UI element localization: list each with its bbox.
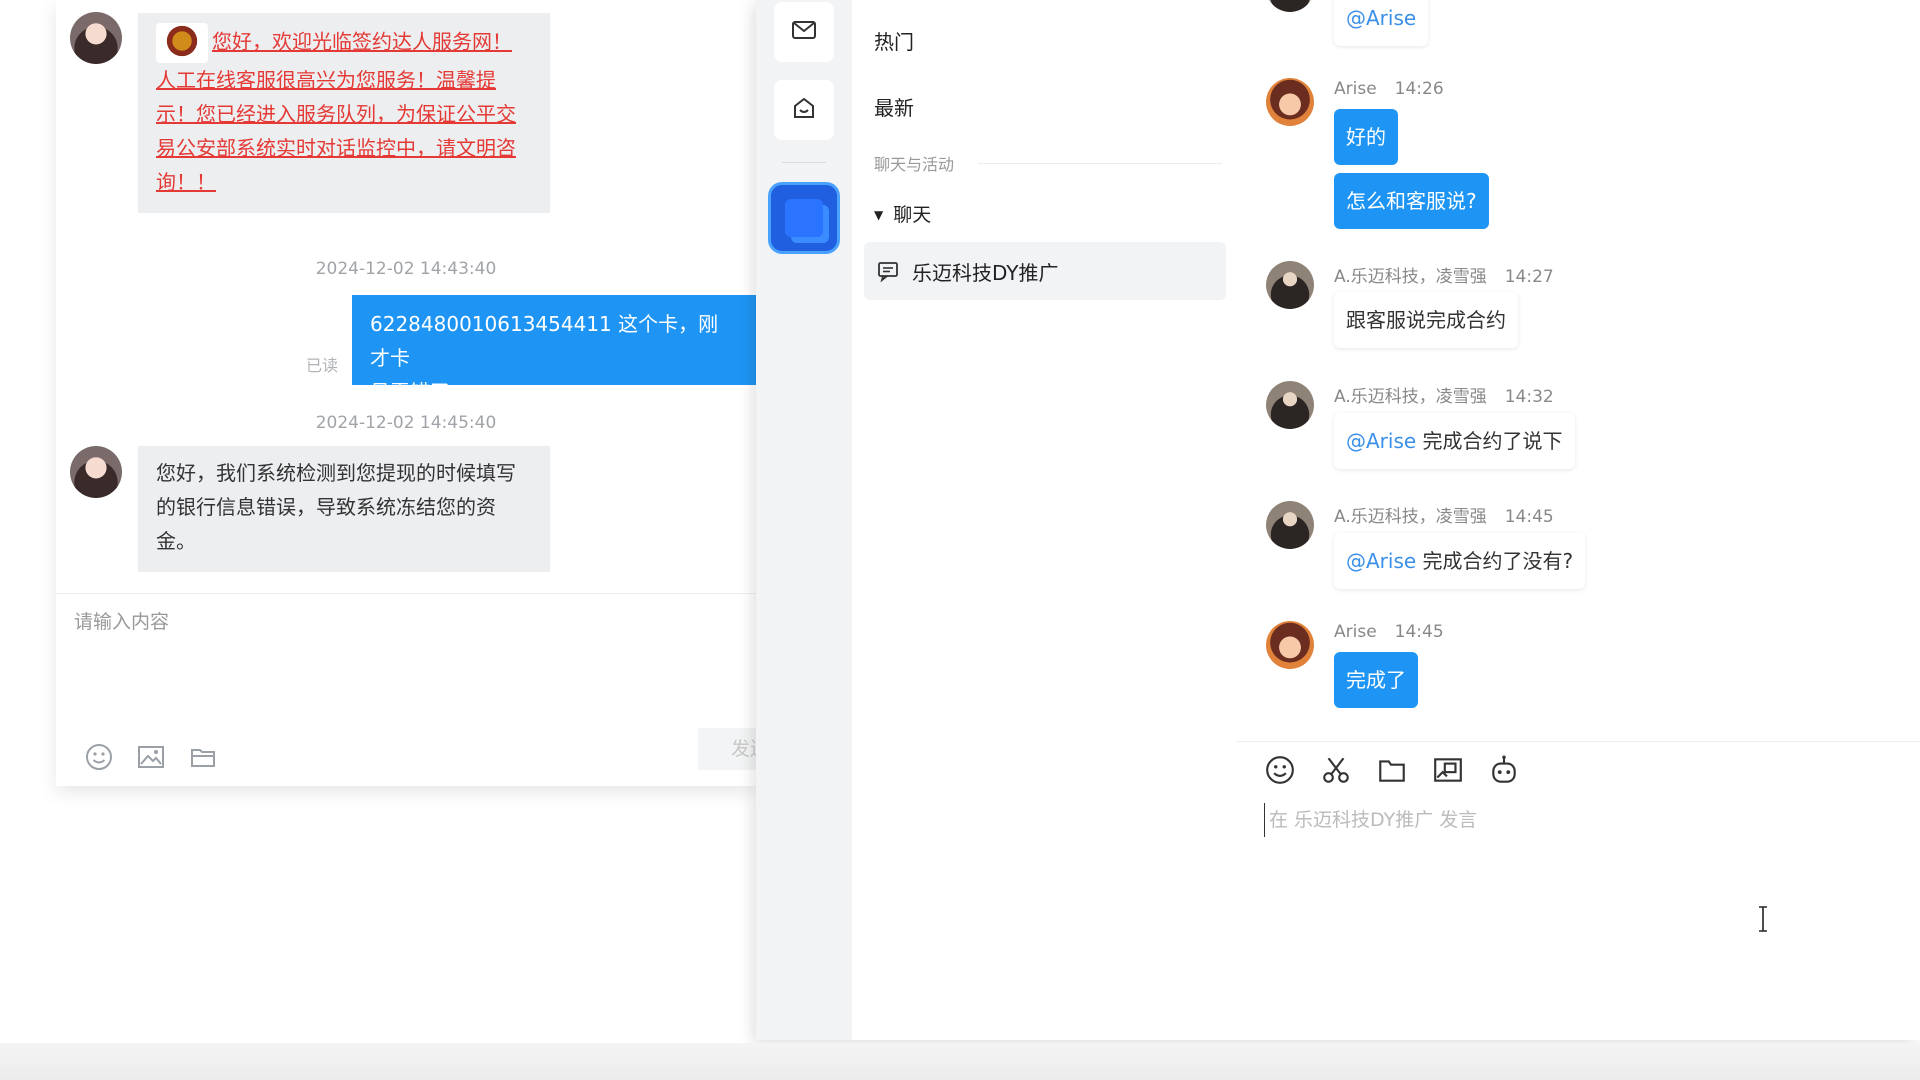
- chat-message-bubble: @Arise 完成合约了没有?: [1334, 533, 1586, 589]
- message-list: 您好，欢迎光临签约达人服务网！ 人工在线客服很高兴为您服务！温馨提 示！您已经进…: [56, 0, 756, 593]
- chat-message-bubble: 怎么和客服说?: [1334, 173, 1489, 229]
- notice-line[interactable]: 人工在线客服很高兴为您服务！温馨提: [156, 63, 532, 97]
- taskbar-shadow: [0, 1043, 1920, 1080]
- emoji-icon[interactable]: [1264, 754, 1294, 784]
- chat-message-bubble: 跟客服说完成合约: [1334, 292, 1518, 348]
- home-button[interactable]: [774, 80, 834, 140]
- channel-item-active[interactable]: 乐迈科技DY推广: [864, 242, 1226, 300]
- screenshot-icon[interactable]: [1432, 754, 1462, 784]
- sender-name: A.乐迈科技，凌雪强: [1334, 387, 1487, 407]
- welcome-notice-bubble: 您好，欢迎光临签约达人服务网！ 人工在线客服很高兴为您服务！温馨提 示！您已经进…: [138, 13, 550, 213]
- composer-divider: [56, 593, 756, 594]
- message-time: 14:26: [1394, 79, 1444, 99]
- section-divider: [978, 163, 1222, 164]
- notice-line[interactable]: 示！您已经进入服务队列，为保证公平交: [156, 97, 532, 131]
- notice-line[interactable]: 询！！: [156, 165, 532, 199]
- message-text: 完成合约了说下: [1422, 429, 1563, 453]
- chat-message-input[interactable]: [1264, 803, 1871, 837]
- message-text: 号弄错了。: [370, 380, 470, 404]
- app-rail: [756, 0, 852, 1040]
- sidebar-item-hot[interactable]: 热门: [874, 26, 914, 55]
- sender-avatar: [1266, 501, 1314, 549]
- chat-group-toggle[interactable]: ▼ 聊天: [874, 200, 931, 227]
- channel-label: 乐迈科技DY推广: [912, 260, 1059, 285]
- sender-avatar: [1266, 621, 1314, 669]
- customer-service-window: 您好，欢迎光临签约达人服务网！ 人工在线客服很高兴为您服务！温馨提 示！您已经进…: [56, 0, 756, 786]
- message-timestamp: 2024-12-02 14:45:40: [315, 413, 497, 433]
- scissors-icon[interactable]: [1320, 754, 1350, 784]
- message-text: 6228480010613454411 这个卡，刚才卡: [370, 312, 719, 370]
- puzzle-icon: [785, 199, 823, 237]
- message-meta: Arise 14:26: [1334, 79, 1444, 99]
- message-meta: Arise 14:45: [1334, 622, 1444, 642]
- chat-panel: @Arise Arise 14:26 好的 怎么和客服说? A.乐迈科技，凌雪强 1…: [1236, 0, 1920, 1040]
- incoming-message-bubble: 您好，我们系统检测到您提现的时候填写 的银行信息错误，导致系统冻结您的资 金。: [138, 446, 550, 572]
- read-status: 已读: [306, 356, 339, 375]
- emoji-icon[interactable]: [84, 742, 114, 772]
- message-meta: A.乐迈科技，凌雪强 14:45: [1334, 502, 1554, 527]
- send-button[interactable]: 发送: [698, 728, 756, 770]
- chat-message-bubble: @Arise: [1334, 0, 1429, 46]
- group-chat-window: 热门 最新 聊天与活动 ▼ 聊天 乐迈科技DY推广 @Arise Arise 14:…: [756, 0, 1920, 1040]
- folder-icon[interactable]: [188, 742, 218, 772]
- mail-icon: [790, 16, 818, 48]
- mention-link[interactable]: @Arise: [1346, 549, 1416, 573]
- agent-avatar: [70, 12, 122, 64]
- composer-toolbar: [84, 742, 218, 772]
- message-time: 14:32: [1504, 387, 1554, 407]
- robot-icon[interactable]: [1488, 754, 1518, 784]
- composer-toolbar: [1264, 754, 1518, 784]
- message-time: 14:45: [1504, 507, 1554, 527]
- text-cursor-icon: [1759, 906, 1767, 932]
- chat-bubble-icon: [876, 259, 900, 283]
- sender-name: Arise: [1334, 79, 1377, 99]
- mail-button[interactable]: [774, 2, 834, 62]
- caret-down-icon: ▼: [874, 208, 884, 222]
- police-badge-icon: [156, 23, 208, 63]
- mention-link[interactable]: @Arise: [1346, 429, 1416, 453]
- message-text: 金。: [156, 529, 196, 553]
- sender-name: A.乐迈科技，凌雪强: [1334, 267, 1487, 287]
- home-icon: [790, 94, 818, 126]
- sender-avatar: [1266, 261, 1314, 309]
- message-text: 的银行信息错误，导致系统冻结您的资: [156, 495, 496, 519]
- agent-avatar: [70, 446, 122, 498]
- chat-message-bubble: 完成了: [1334, 652, 1418, 708]
- message-timestamp: 2024-12-02 14:43:40: [315, 259, 497, 279]
- sidebar-item-latest[interactable]: 最新: [874, 92, 914, 121]
- sender-avatar: [1266, 78, 1314, 126]
- chat-message-bubble: @Arise 完成合约了说下: [1334, 413, 1575, 469]
- outgoing-message-bubble: 6228480010613454411 这个卡，刚才卡 号弄错了。: [352, 295, 756, 404]
- channel-sidebar: 热门 最新 聊天与活动 ▼ 聊天 乐迈科技DY推广: [852, 0, 1236, 1040]
- message-input[interactable]: [72, 606, 716, 638]
- section-header: 聊天与活动: [874, 155, 955, 174]
- community-app-button[interactable]: [768, 182, 840, 254]
- sender-name: Arise: [1334, 622, 1377, 642]
- image-icon[interactable]: [136, 742, 166, 772]
- message-time: 14:27: [1504, 267, 1554, 287]
- sender-avatar: [1266, 381, 1314, 429]
- message-meta: A.乐迈科技，凌雪强 14:27: [1334, 262, 1554, 287]
- sender-avatar: [1266, 0, 1314, 12]
- rail-divider: [782, 162, 826, 163]
- composer-divider: [1236, 741, 1920, 742]
- message-text: 您好，我们系统检测到您提现的时候填写: [156, 461, 516, 485]
- message-text: 完成合约了没有?: [1422, 549, 1574, 573]
- message-meta: A.乐迈科技，凌雪强 14:32: [1334, 382, 1554, 407]
- notice-link[interactable]: 您好，欢迎光临签约达人服务网！: [212, 30, 512, 54]
- notice-line[interactable]: 易公安部系统实时对话监控中，请文明咨: [156, 131, 532, 165]
- chat-message-bubble: 好的: [1334, 109, 1398, 165]
- folder-icon[interactable]: [1376, 754, 1406, 784]
- mention-link[interactable]: @Arise: [1346, 6, 1416, 30]
- sender-name: A.乐迈科技，凌雪强: [1334, 507, 1487, 527]
- message-time: 14:45: [1394, 622, 1444, 642]
- group-label: 聊天: [893, 204, 932, 226]
